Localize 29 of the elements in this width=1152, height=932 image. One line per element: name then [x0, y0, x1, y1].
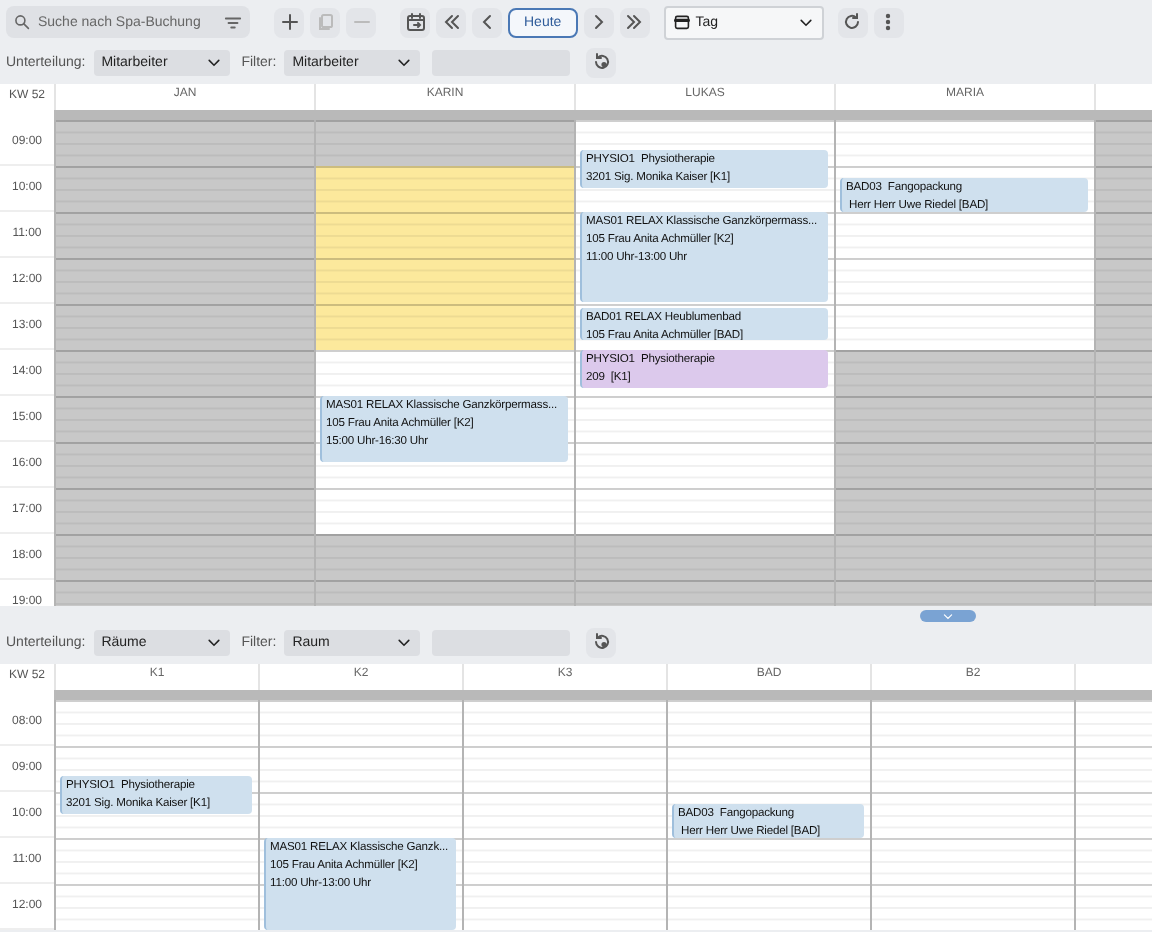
more-button[interactable] [873, 7, 904, 37]
chevron-down-icon [205, 634, 222, 650]
reset-icon [591, 632, 612, 652]
double-chevron-right-icon [624, 12, 645, 32]
plus-icon [279, 12, 299, 32]
chevron-down-icon [797, 14, 814, 30]
first-button[interactable] [436, 7, 466, 37]
goto-date-button[interactable] [400, 7, 430, 37]
calendar-icon [673, 14, 690, 30]
copy-icon [315, 12, 335, 32]
chevron-down-icon [396, 54, 413, 70]
chevron-down-icon [205, 54, 222, 70]
add-button[interactable] [274, 7, 304, 37]
refresh-button[interactable] [837, 7, 868, 37]
double-chevron-left-icon [441, 12, 461, 32]
reset-button[interactable] [586, 47, 617, 77]
search-icon [14, 14, 30, 30]
next-button[interactable] [583, 7, 614, 37]
reset-button[interactable] [586, 627, 617, 657]
chevron-down-icon [396, 634, 413, 650]
chevron-left-icon [477, 12, 497, 32]
chevron-down-icon [942, 610, 954, 622]
prev-button[interactable] [472, 7, 502, 37]
filter-icon [224, 13, 242, 31]
refresh-icon [842, 12, 863, 32]
collapse-handle[interactable] [920, 610, 976, 622]
last-button[interactable] [619, 7, 650, 37]
reset-icon [591, 52, 612, 72]
calendar-arrow-icon [405, 12, 425, 32]
